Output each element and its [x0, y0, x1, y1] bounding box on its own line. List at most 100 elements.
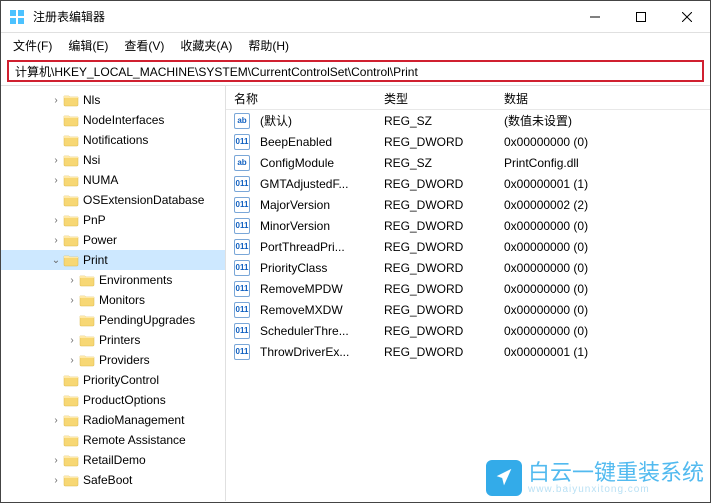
tree-node-pendingupgrades[interactable]: PendingUpgrades: [1, 310, 225, 330]
value-row[interactable]: 011BeepEnabledREG_DWORD0x00000000 (0): [226, 131, 710, 152]
chevron-icon[interactable]: ›: [65, 295, 79, 306]
dword-value-icon: 011: [234, 281, 250, 297]
value-row[interactable]: 011RemoveMXDWREG_DWORD0x00000000 (0): [226, 299, 710, 320]
value-data: 0x00000001 (1): [496, 345, 710, 359]
value-data: 0x00000001 (1): [496, 177, 710, 191]
value-name: (默认): [252, 112, 376, 129]
dword-value-icon: 011: [234, 302, 250, 318]
menu-favorites[interactable]: 收藏夹(A): [174, 35, 238, 56]
tree-node-environments[interactable]: › Environments: [1, 270, 225, 290]
menu-help[interactable]: 帮助(H): [242, 35, 295, 56]
values-list: 名称 类型 数据 ab(默认)REG_SZ(数值未设置)011BeepEnabl…: [226, 86, 710, 501]
folder-icon: [63, 253, 79, 267]
folder-icon: [79, 313, 95, 327]
value-data: PrintConfig.dll: [496, 156, 710, 170]
value-data: 0x00000000 (0): [496, 282, 710, 296]
tree-node-prioritycontrol[interactable]: PriorityControl: [1, 370, 225, 390]
chevron-icon[interactable]: ›: [49, 475, 63, 486]
menubar: 文件(F) 编辑(E) 查看(V) 收藏夹(A) 帮助(H): [1, 33, 710, 57]
tree-node-nsi[interactable]: › Nsi: [1, 150, 225, 170]
minimize-button[interactable]: [572, 1, 618, 32]
tree-label: OSExtensionDatabase: [83, 193, 204, 207]
tree-label: Printers: [99, 333, 140, 347]
chevron-icon[interactable]: ›: [49, 415, 63, 426]
tree-node-nls[interactable]: ›Nls: [1, 90, 225, 110]
tree-node-retaildemo[interactable]: › RetailDemo: [1, 450, 225, 470]
menu-file[interactable]: 文件(F): [7, 35, 58, 56]
value-type: REG_DWORD: [376, 177, 496, 191]
registry-tree[interactable]: ›Nls NodeInterfaces Notifications › Nsi › NUMA…: [1, 86, 226, 501]
tree-node-notifications[interactable]: Notifications: [1, 130, 225, 150]
value-row[interactable]: 011PriorityClassREG_DWORD0x00000000 (0): [226, 257, 710, 278]
tree-node-monitors[interactable]: ›Monitors: [1, 290, 225, 310]
tree-node-nodeinterfaces[interactable]: NodeInterfaces: [1, 110, 225, 130]
address-input[interactable]: 计算机\HKEY_LOCAL_MACHINE\SYSTEM\CurrentCon…: [7, 60, 704, 82]
value-data: 0x00000000 (0): [496, 261, 710, 275]
chevron-icon[interactable]: ›: [49, 95, 63, 106]
tree-node-safeboot[interactable]: ›SafeBoot: [1, 470, 225, 490]
folder-icon: [63, 93, 79, 107]
tree-node-providers[interactable]: ›Providers: [1, 350, 225, 370]
value-row[interactable]: abConfigModuleREG_SZPrintConfig.dll: [226, 152, 710, 173]
chevron-icon[interactable]: ›: [49, 215, 63, 226]
folder-icon: [63, 393, 79, 407]
value-data: 0x00000000 (0): [496, 219, 710, 233]
tree-node-printers[interactable]: › Printers: [1, 330, 225, 350]
tree-label: NUMA: [83, 173, 118, 187]
col-header-type[interactable]: 类型: [376, 86, 496, 109]
folder-icon: [63, 173, 79, 187]
col-header-name[interactable]: 名称: [226, 86, 376, 109]
value-name: PortThreadPri...: [252, 240, 376, 254]
tree-node-print[interactable]: ⌄Print: [1, 250, 225, 270]
value-type: REG_DWORD: [376, 240, 496, 254]
folder-icon: [63, 473, 79, 487]
value-row[interactable]: 011SchedulerThre...REG_DWORD0x00000000 (…: [226, 320, 710, 341]
tree-label: NodeInterfaces: [83, 113, 164, 127]
chevron-icon[interactable]: ›: [65, 335, 79, 346]
tree-node-remote-assistance[interactable]: Remote Assistance: [1, 430, 225, 450]
chevron-icon[interactable]: ›: [49, 455, 63, 466]
value-type: REG_DWORD: [376, 135, 496, 149]
value-row[interactable]: 011ThrowDriverEx...REG_DWORD0x00000001 (…: [226, 341, 710, 362]
tree-node-power[interactable]: ›Power: [1, 230, 225, 250]
window-controls: [572, 1, 710, 32]
tree-label: PendingUpgrades: [99, 313, 195, 327]
value-row[interactable]: 011PortThreadPri...REG_DWORD0x00000000 (…: [226, 236, 710, 257]
value-name: PriorityClass: [252, 261, 376, 275]
dword-value-icon: 011: [234, 239, 250, 255]
tree-node-productoptions[interactable]: ProductOptions: [1, 390, 225, 410]
tree-node-numa[interactable]: › NUMA: [1, 170, 225, 190]
tree-label: Nsi: [83, 153, 100, 167]
folder-icon: [79, 353, 95, 367]
tree-node-pnp[interactable]: ›PnP: [1, 210, 225, 230]
tree-label: Environments: [99, 273, 172, 287]
value-row[interactable]: 011MajorVersionREG_DWORD0x00000002 (2): [226, 194, 710, 215]
col-header-data[interactable]: 数据: [496, 86, 710, 109]
value-row[interactable]: 011RemoveMPDWREG_DWORD0x00000000 (0): [226, 278, 710, 299]
chevron-icon[interactable]: ›: [65, 275, 79, 286]
watermark-url: www.baiyunxitong.com: [528, 484, 704, 495]
chevron-icon[interactable]: ›: [49, 175, 63, 186]
tree-node-osextensiondatabase[interactable]: OSExtensionDatabase: [1, 190, 225, 210]
content-area: ›Nls NodeInterfaces Notifications › Nsi › NUMA…: [1, 85, 710, 501]
string-value-icon: ab: [234, 155, 250, 171]
maximize-button[interactable]: [618, 1, 664, 32]
folder-icon: [63, 193, 79, 207]
value-row[interactable]: ab(默认)REG_SZ(数值未设置): [226, 110, 710, 131]
value-name: MinorVersion: [252, 219, 376, 233]
close-button[interactable]: [664, 1, 710, 32]
value-row[interactable]: 011GMTAdjustedF...REG_DWORD0x00000001 (1…: [226, 173, 710, 194]
value-name: GMTAdjustedF...: [252, 177, 376, 191]
value-type: REG_DWORD: [376, 261, 496, 275]
chevron-icon[interactable]: ›: [49, 235, 63, 246]
chevron-icon[interactable]: ›: [65, 355, 79, 366]
tree-label: RetailDemo: [83, 453, 146, 467]
menu-view[interactable]: 查看(V): [118, 35, 170, 56]
menu-edit[interactable]: 编辑(E): [62, 35, 114, 56]
tree-node-radiomanagement[interactable]: ›RadioManagement: [1, 410, 225, 430]
folder-icon: [63, 213, 79, 227]
value-row[interactable]: 011MinorVersionREG_DWORD0x00000000 (0): [226, 215, 710, 236]
chevron-icon[interactable]: ›: [49, 155, 63, 166]
chevron-icon[interactable]: ⌄: [49, 255, 63, 266]
value-type: REG_DWORD: [376, 324, 496, 338]
